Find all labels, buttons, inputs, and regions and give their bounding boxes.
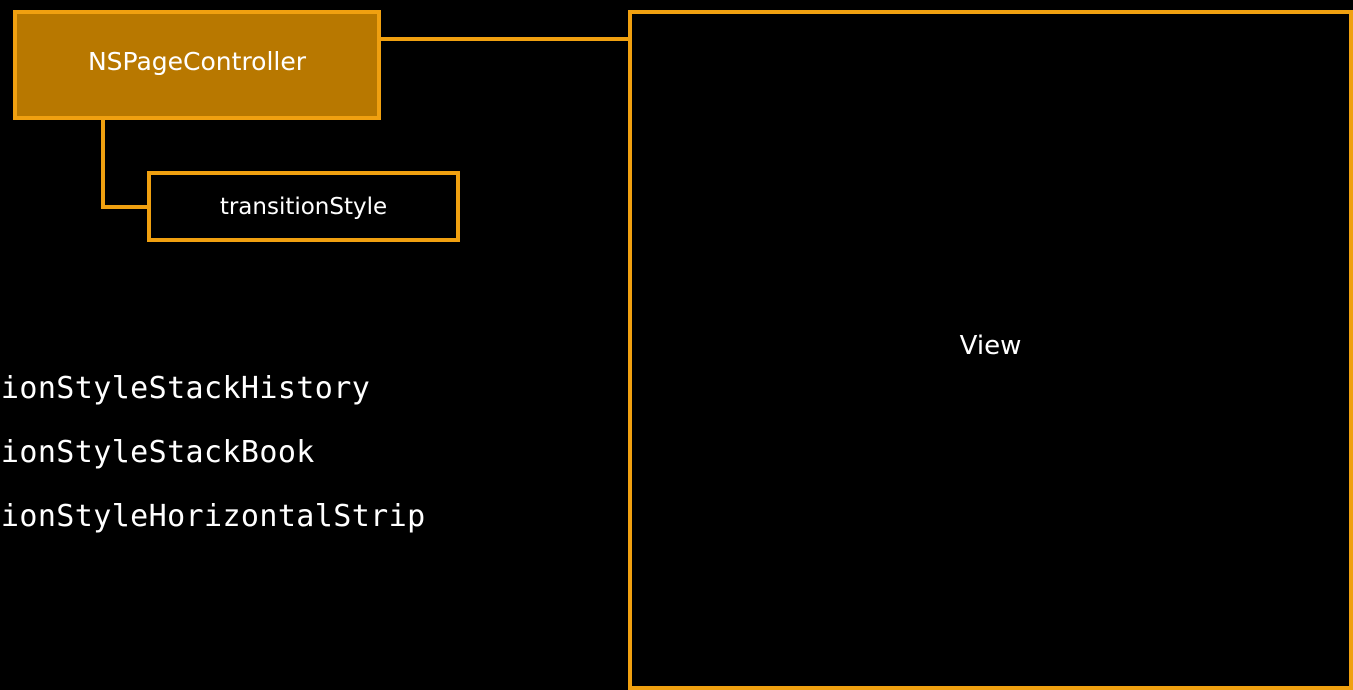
page-controller-label: NSPageController [87, 46, 307, 76]
view-node: View [628, 10, 1353, 690]
view-label: View [959, 331, 1022, 361]
transition-style-node: transitionStyle [147, 171, 460, 242]
controller-to-property-connector-horizontal [101, 205, 148, 209]
controller-to-view-connector [381, 37, 629, 41]
page-controller-node: NSPageController [13, 10, 381, 120]
transition-style-stack-history: itionStyleStackHistory [0, 371, 371, 406]
controller-to-property-connector-vertical [101, 120, 105, 209]
transition-style-stack-book: itionStyleStackBook [0, 435, 315, 470]
transition-style-horizontal-strip: itionStyleHorizontalStrip [0, 499, 426, 534]
transition-style-label: transitionStyle [219, 193, 388, 220]
